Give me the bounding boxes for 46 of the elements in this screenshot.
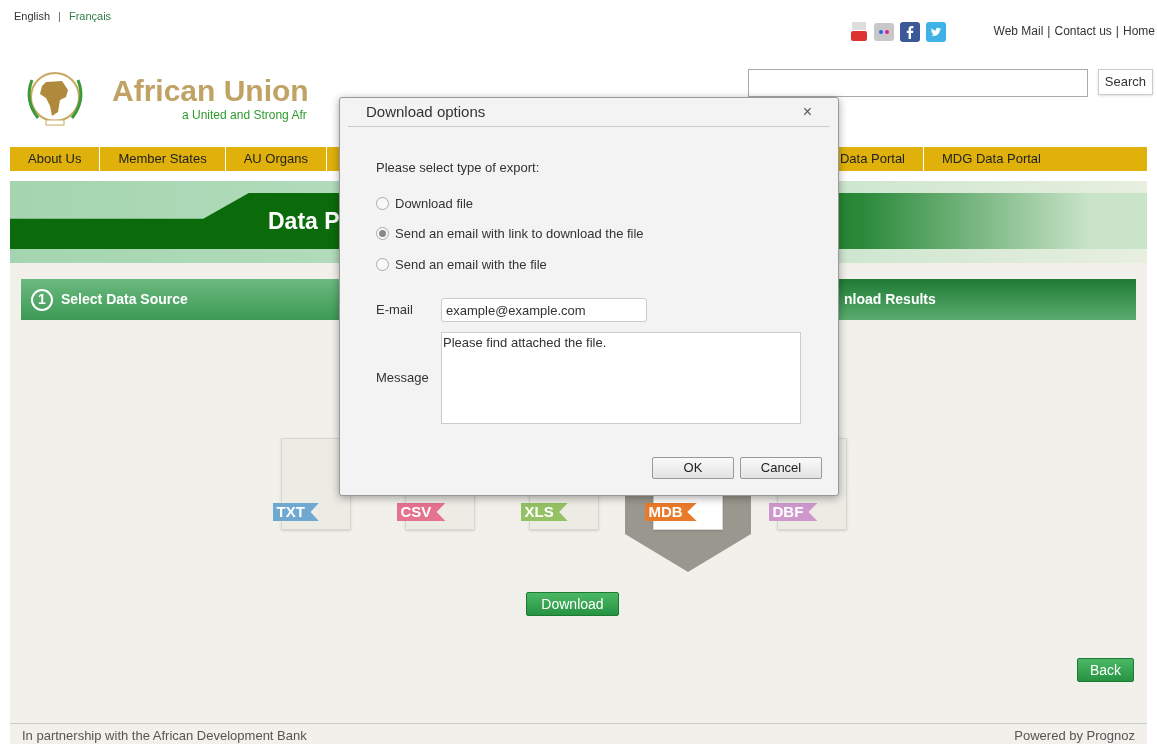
separator: | (1047, 23, 1051, 40)
radio-label[interactable]: Send an email with link to download the file (395, 224, 644, 244)
nav-item[interactable]: AU Organs (225, 147, 327, 171)
email-field[interactable]: example@example.com (441, 298, 647, 322)
format-label: MDB (644, 503, 697, 521)
search-field[interactable] (747, 69, 1088, 97)
language-link[interactable]: English (14, 8, 51, 25)
bird-icon[interactable] (925, 22, 946, 42)
nav-item[interactable]: About Us (10, 147, 101, 171)
nav-item[interactable]: Member States (100, 147, 226, 171)
dialog-button[interactable]: Cancel (740, 457, 822, 479)
logo-title: African Union (112, 74, 309, 108)
nav-item[interactable]: MDG Data Portal (923, 147, 1059, 171)
footer-text: In partnership with the African Development Bank (22, 726, 307, 744)
email-label: E-mail (376, 301, 414, 320)
radio-label[interactable]: Download file (395, 193, 474, 213)
step-number: 1 (31, 288, 53, 311)
step-label: Select Data Source (61, 290, 188, 309)
format-label: CSV (396, 503, 446, 521)
search-button[interactable]: Search (1097, 69, 1153, 95)
format-label: DBF (768, 503, 818, 521)
format-label: XLS (520, 503, 568, 521)
radio-label[interactable]: Send an email with the file (395, 254, 547, 274)
top-link[interactable]: Web Mail (993, 22, 1044, 40)
message-label: Message (376, 369, 430, 388)
facebook-icon[interactable] (899, 22, 920, 42)
separator: | (58, 9, 61, 24)
dialog-prompt: Please select type of export: (376, 159, 541, 177)
radio-button[interactable] (376, 257, 389, 271)
format-label: TXT (272, 503, 319, 521)
top-link[interactable]: Contact us (1054, 22, 1112, 40)
message-field[interactable]: Please find attached the file. (441, 332, 801, 424)
language-link[interactable]: Français (68, 8, 112, 25)
step-label: nload Results (844, 290, 936, 309)
photo-share-icon[interactable] (873, 23, 894, 41)
separator: | (1115, 23, 1119, 40)
dialog-title: Download options (366, 101, 486, 122)
logo-tagline: a United and Strong Afr (182, 108, 307, 122)
radio-button[interactable] (376, 227, 389, 241)
radio-button[interactable] (376, 196, 389, 210)
footer-text: Powered by Prognoz (1014, 726, 1135, 744)
dialog-button[interactable]: OK (652, 457, 734, 479)
video-icon[interactable] (849, 22, 868, 42)
close-button[interactable]: × (802, 104, 812, 120)
top-link[interactable]: Home (1123, 22, 1155, 40)
banner-title: Data P (268, 206, 340, 236)
